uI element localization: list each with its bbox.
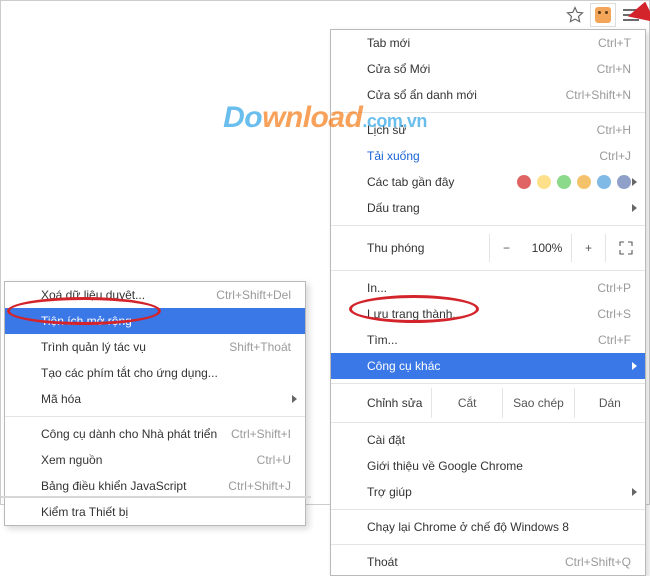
edit-copy[interactable]: Sao chép bbox=[502, 388, 573, 418]
zoom-in-button[interactable]: + bbox=[571, 234, 605, 262]
menu-bookmarks[interactable]: Dấu trang bbox=[331, 195, 645, 221]
separator bbox=[331, 383, 645, 384]
separator bbox=[331, 225, 645, 226]
chevron-right-icon bbox=[632, 178, 637, 186]
shadow bbox=[1, 496, 311, 498]
menu-edit-row: Chỉnh sửa Cắt Sao chép Dán bbox=[331, 388, 645, 418]
submenu-dev-tools[interactable]: Công cụ dành cho Nhà phát triểnCtrl+Shif… bbox=[5, 421, 305, 447]
zoom-out-button[interactable]: − bbox=[489, 234, 523, 262]
chevron-right-icon bbox=[632, 204, 637, 212]
menu-more-tools[interactable]: Công cụ khác bbox=[331, 353, 645, 379]
menu-settings[interactable]: Cài đặt bbox=[331, 427, 645, 453]
watermark: Download.com.vn bbox=[223, 101, 427, 135]
more-tools-submenu: Xoá dữ liệu duyệt...Ctrl+Shift+Del Tiện … bbox=[4, 281, 306, 526]
fullscreen-button[interactable] bbox=[605, 234, 645, 262]
submenu-extensions[interactable]: Tiện ích mở rộng bbox=[5, 308, 305, 334]
recent-tabs-dots bbox=[517, 175, 631, 189]
menu-save-as[interactable]: Lưu trang thành...Ctrl+S bbox=[331, 301, 645, 327]
chevron-right-icon bbox=[632, 362, 637, 370]
separator bbox=[331, 422, 645, 423]
menu-zoom: Thu phóng − 100% + bbox=[331, 230, 645, 266]
separator bbox=[5, 416, 305, 417]
zoom-value: 100% bbox=[523, 241, 571, 255]
separator bbox=[331, 509, 645, 510]
extension-icon[interactable] bbox=[590, 3, 616, 27]
submenu-view-source[interactable]: Xem nguồnCtrl+U bbox=[5, 447, 305, 473]
menu-new-window[interactable]: Cửa sổ MớiCtrl+N bbox=[331, 56, 645, 82]
hamburger-icon bbox=[623, 9, 639, 21]
submenu-inspect-devices[interactable]: Kiểm tra Thiết bị bbox=[5, 499, 305, 525]
edit-paste[interactable]: Dán bbox=[574, 388, 645, 418]
submenu-create-shortcuts[interactable]: Tạo các phím tắt cho ứng dụng... bbox=[5, 360, 305, 386]
menu-print[interactable]: In...Ctrl+P bbox=[331, 275, 645, 301]
edit-cut[interactable]: Cắt bbox=[431, 388, 502, 418]
hamburger-menu-button[interactable] bbox=[618, 3, 644, 27]
menu-relaunch-win8[interactable]: Chạy lại Chrome ở chế độ Windows 8 bbox=[331, 514, 645, 540]
menu-exit[interactable]: ThoátCtrl+Shift+Q bbox=[331, 549, 645, 575]
menu-find[interactable]: Tìm...Ctrl+F bbox=[331, 327, 645, 353]
menu-help[interactable]: Trợ giúp bbox=[331, 479, 645, 505]
menu-downloads[interactable]: Tải xuốngCtrl+J bbox=[331, 143, 645, 169]
bookmark-star-icon[interactable] bbox=[562, 3, 588, 27]
menu-recent-tabs[interactable]: Các tab gần đây bbox=[331, 169, 645, 195]
menu-about[interactable]: Giới thiệu về Google Chrome bbox=[331, 453, 645, 479]
menu-new-tab[interactable]: Tab mớiCtrl+T bbox=[331, 30, 645, 56]
submenu-encoding[interactable]: Mã hóa bbox=[5, 386, 305, 412]
chevron-right-icon bbox=[632, 488, 637, 496]
chevron-right-icon bbox=[292, 395, 297, 403]
separator bbox=[331, 270, 645, 271]
submenu-task-manager[interactable]: Trình quản lý tác vụShift+Thoát bbox=[5, 334, 305, 360]
separator bbox=[331, 544, 645, 545]
submenu-clear-data[interactable]: Xoá dữ liệu duyệt...Ctrl+Shift+Del bbox=[5, 282, 305, 308]
